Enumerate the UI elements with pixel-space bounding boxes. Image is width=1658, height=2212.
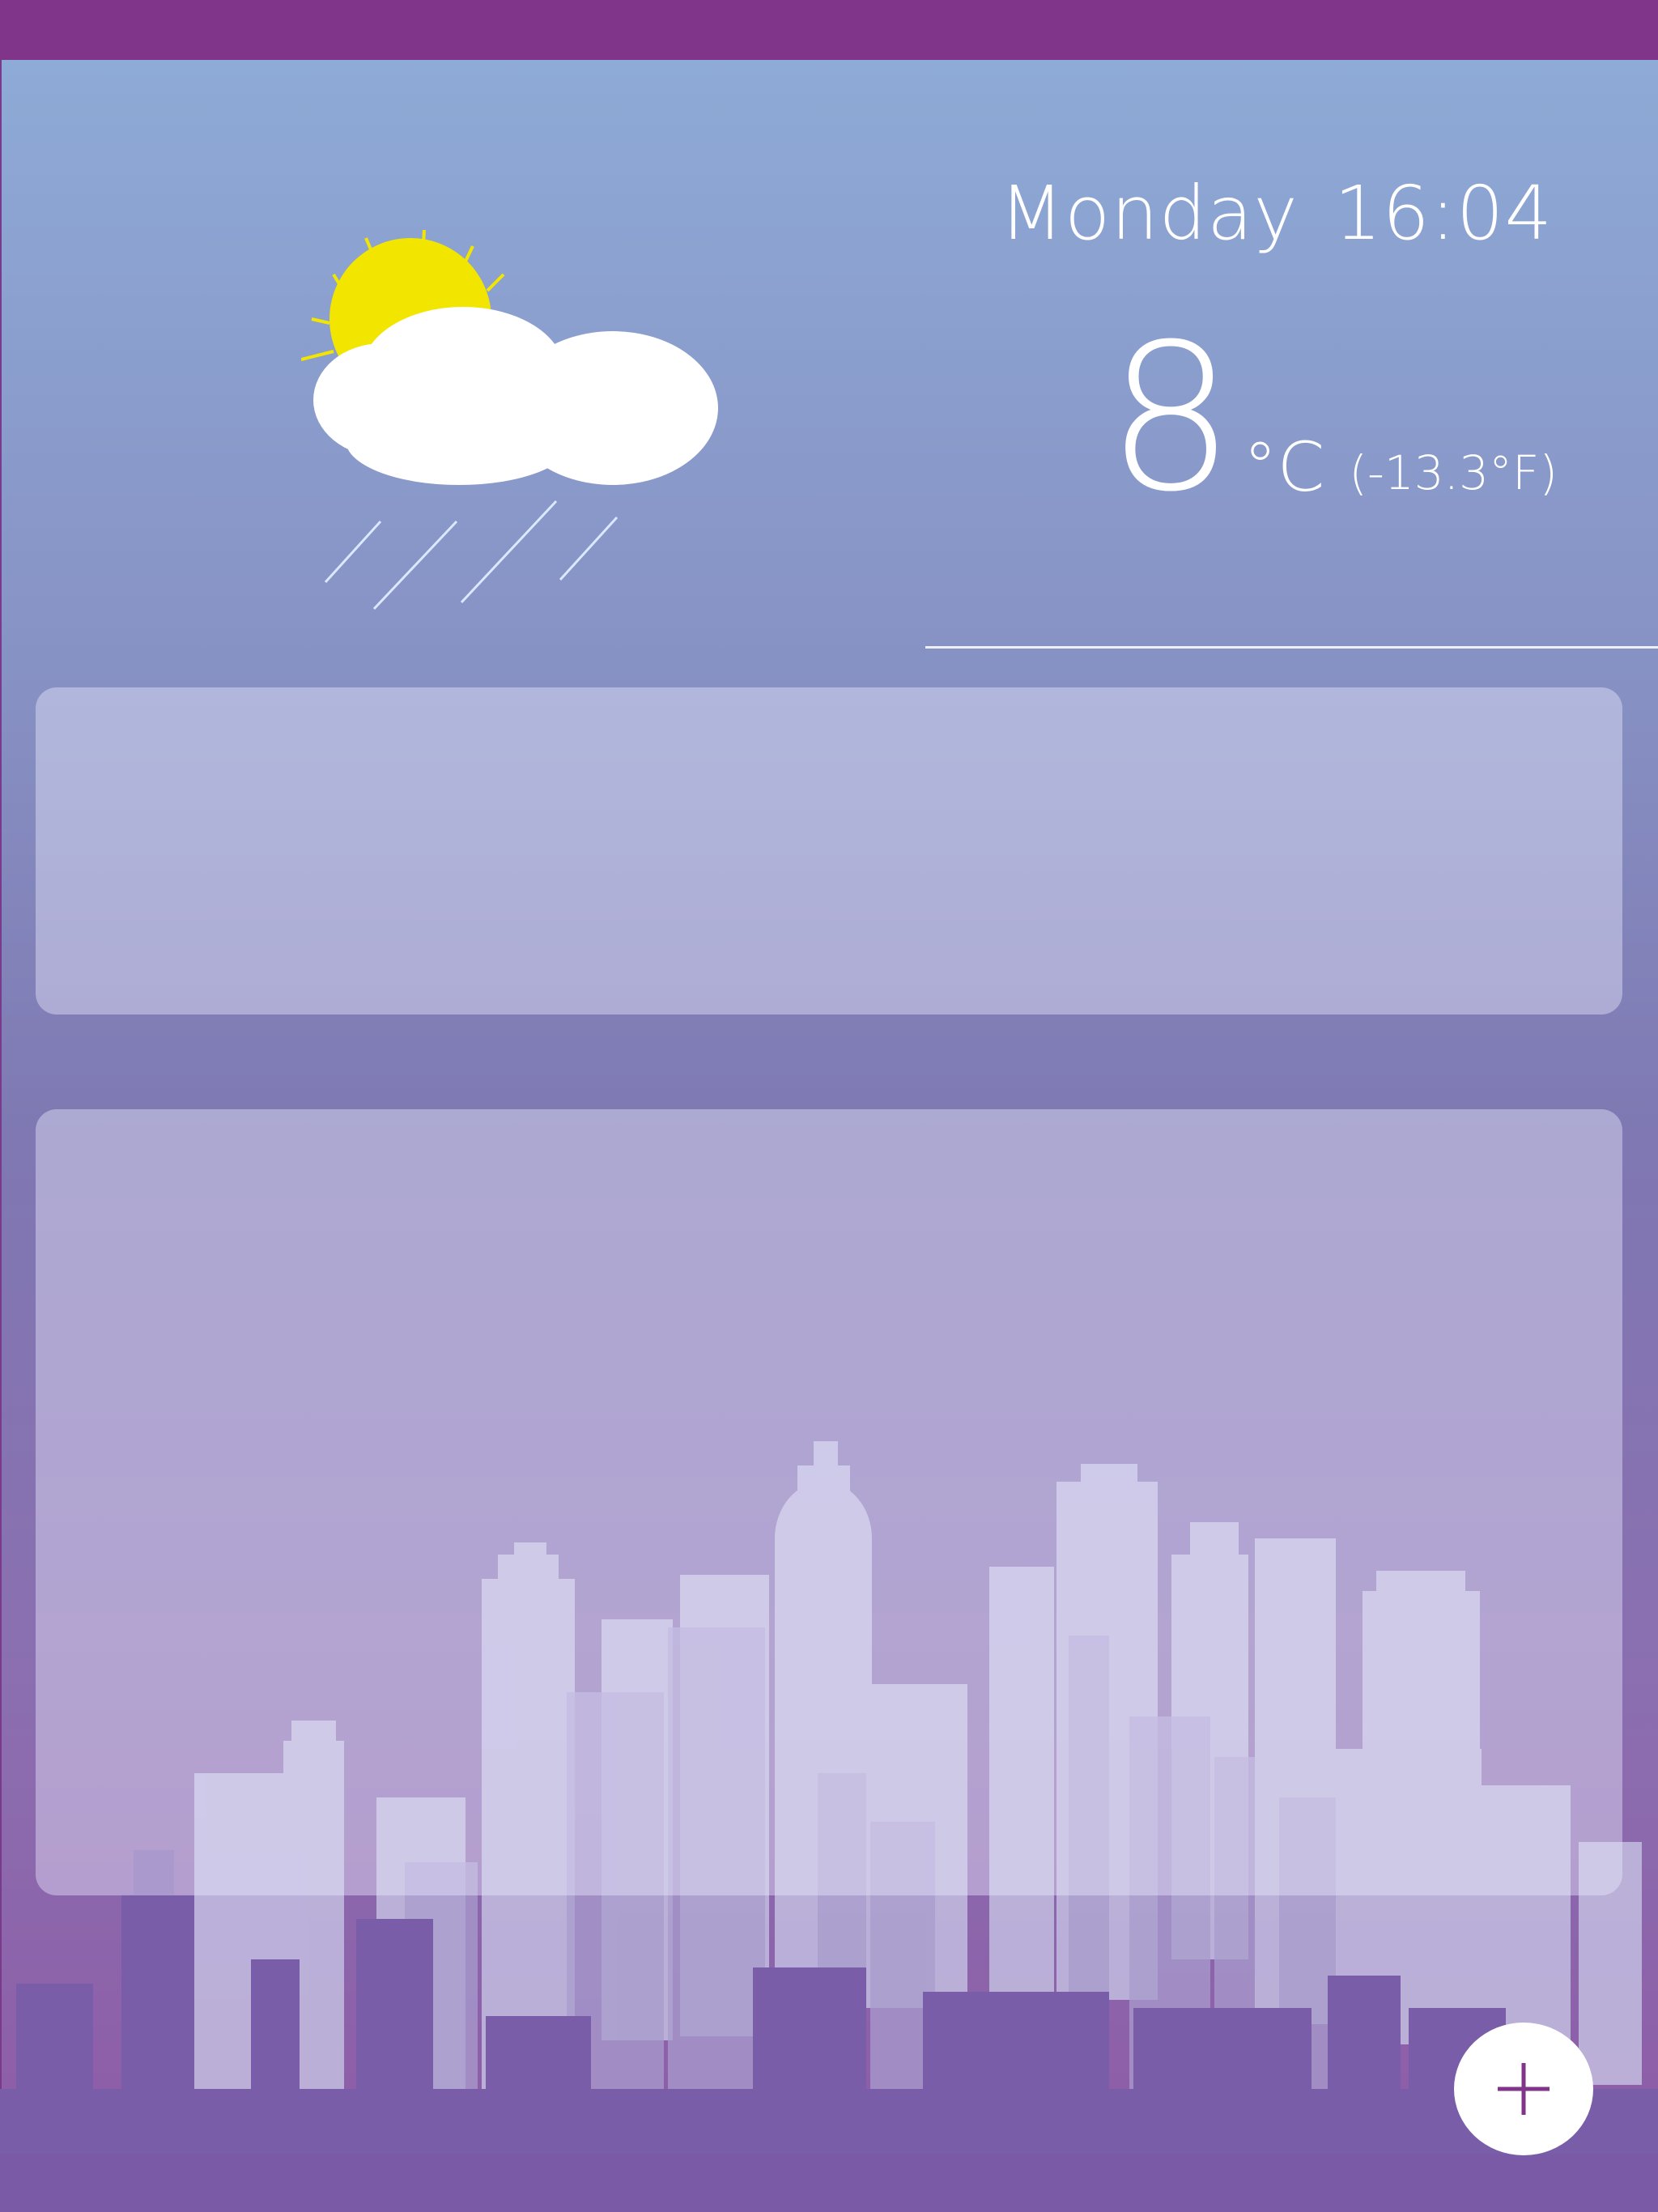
temperature-fahrenheit: (-13.3°F) [1349, 445, 1558, 500]
day-label: Monday [999, 170, 1299, 257]
temperature-display: 8 °C (-13.3°F) [1106, 300, 1558, 536]
time-label: 16:04 [1333, 170, 1553, 257]
summary-card [36, 687, 1622, 1015]
day-time-label: Monday 16:04 [1000, 170, 1553, 257]
header-divider [925, 646, 1658, 649]
top-bar [0, 0, 1658, 60]
plus-icon [1498, 2063, 1550, 2115]
weather-app: Monday 16:04 8 °C (-13.3°F) [0, 0, 1658, 2212]
add-location-button[interactable] [1454, 2023, 1593, 2155]
temperature-unit: °C [1243, 428, 1325, 507]
forecast-card [36, 1109, 1622, 1895]
temperature-value: 8 [1106, 300, 1235, 536]
sun-cloud-rain-icon [301, 230, 718, 610]
rain-icon [324, 500, 619, 610]
